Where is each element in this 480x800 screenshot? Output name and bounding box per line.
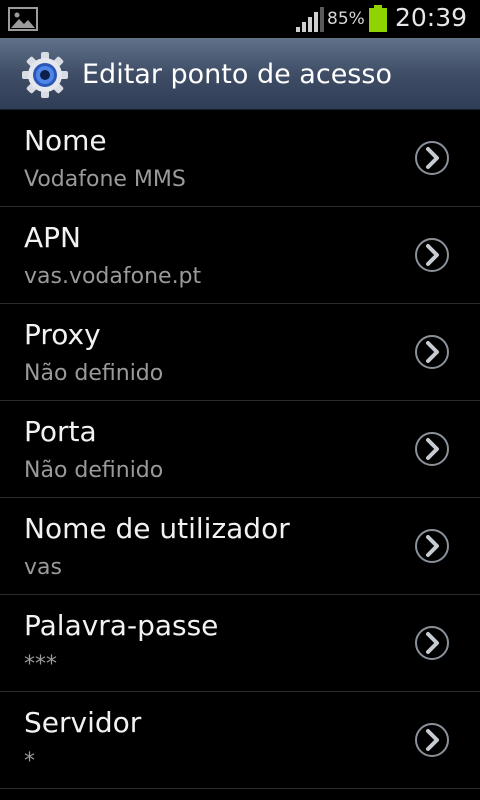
battery-percent: 85% (327, 9, 365, 29)
setting-value: vas (24, 555, 62, 580)
setting-label: Porta (24, 415, 97, 448)
signal-icon (296, 7, 324, 32)
clock: 20:39 (395, 3, 468, 32)
setting-palavra-passe[interactable]: Palavra-passe *** (0, 595, 480, 692)
setting-servidor[interactable]: Servidor * (0, 692, 480, 789)
setting-nome-de-utilizador[interactable]: Nome de utilizador vas (0, 498, 480, 595)
chevron-right-icon[interactable] (414, 722, 450, 758)
screen: 85% 20:39 Editar ponto de acesso Nome Vo… (0, 0, 480, 800)
setting-value: Vodafone MMS (24, 167, 186, 192)
setting-value: *** (24, 652, 57, 677)
settings-list: Nome Vodafone MMS APN vas.vodafone.pt Pr… (0, 110, 480, 789)
gear-icon (22, 52, 68, 98)
chevron-right-icon[interactable] (414, 140, 450, 176)
setting-label: Nome de utilizador (24, 512, 290, 545)
setting-apn[interactable]: APN vas.vodafone.pt (0, 207, 480, 304)
chevron-right-icon[interactable] (414, 528, 450, 564)
battery-icon (369, 5, 387, 32)
title-bar: Editar ponto de acesso (0, 38, 480, 110)
setting-value: vas.vodafone.pt (24, 264, 202, 289)
image-icon (8, 7, 38, 31)
setting-label: Nome (24, 124, 107, 157)
setting-value: Não definido (24, 458, 164, 483)
chevron-right-icon[interactable] (414, 625, 450, 661)
setting-value: * (24, 749, 35, 774)
setting-label: Servidor (24, 706, 142, 739)
setting-label: Palavra-passe (24, 609, 219, 642)
page-title: Editar ponto de acesso (82, 59, 392, 90)
setting-proxy[interactable]: Proxy Não definido (0, 304, 480, 401)
status-bar: 85% 20:39 (0, 0, 480, 38)
setting-value: Não definido (24, 361, 164, 386)
setting-porta[interactable]: Porta Não definido (0, 401, 480, 498)
setting-label: APN (24, 221, 81, 254)
chevron-right-icon[interactable] (414, 237, 450, 273)
setting-label: Proxy (24, 318, 101, 351)
chevron-right-icon[interactable] (414, 334, 450, 370)
setting-nome[interactable]: Nome Vodafone MMS (0, 110, 480, 207)
chevron-right-icon[interactable] (414, 431, 450, 467)
